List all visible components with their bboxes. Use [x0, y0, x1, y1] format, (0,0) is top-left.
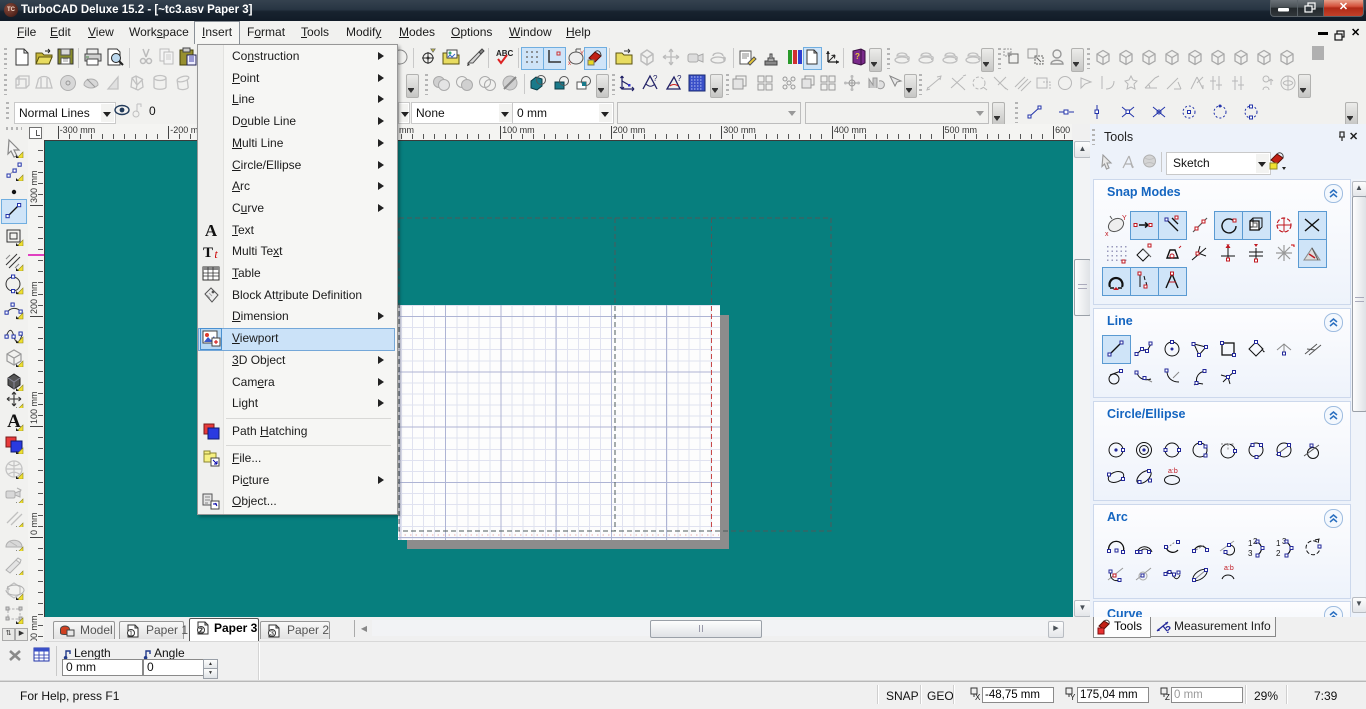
- svg-text:1: 1: [1276, 539, 1281, 548]
- svg-text:T: T: [203, 245, 213, 261]
- svg-text:a:b: a:b: [1168, 468, 1178, 475]
- svg-text:2: 2: [199, 628, 203, 635]
- svg-text:1: 1: [129, 631, 133, 638]
- svg-text:?: ?: [653, 74, 658, 83]
- svg-text:?: ?: [855, 52, 860, 61]
- svg-text:t: t: [214, 247, 218, 261]
- svg-text:Y: Y: [1070, 693, 1076, 701]
- svg-text:a:b: a:b: [1224, 565, 1234, 572]
- svg-text:?: ?: [1165, 625, 1171, 635]
- svg-text:2: 2: [1276, 549, 1281, 558]
- svg-text:A: A: [7, 411, 21, 431]
- svg-text:x: x: [568, 61, 571, 67]
- svg-text:×: ×: [1226, 243, 1230, 250]
- svg-text:3: 3: [270, 631, 274, 638]
- svg-text:Z: Z: [1165, 693, 1170, 701]
- svg-text:?: ?: [677, 74, 682, 83]
- svg-text:A: A: [205, 221, 218, 240]
- svg-text:3: 3: [1248, 549, 1253, 558]
- svg-text:Y: Y: [1122, 215, 1127, 222]
- svg-text:x: x: [1105, 231, 1109, 238]
- svg-text:X: X: [975, 693, 981, 701]
